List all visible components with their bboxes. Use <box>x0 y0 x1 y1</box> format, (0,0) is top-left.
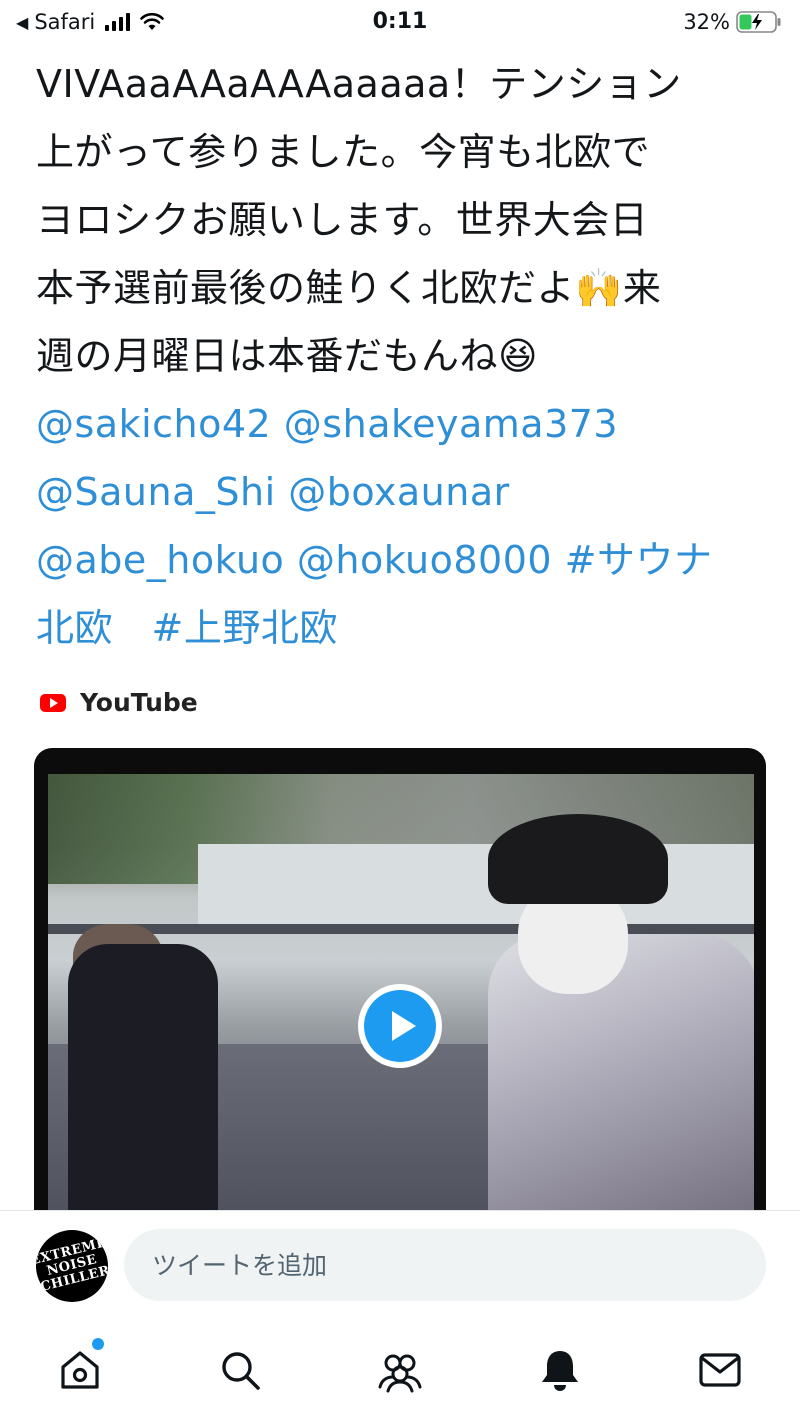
tweet-link[interactable]: @sakicho42 @shakeyama373 <box>36 402 618 446</box>
tweet-link[interactable]: 北欧 #上野北欧 <box>36 606 338 650</box>
tweet-text-segment: 本予選前最後の鮭りく北欧だよ🙌来 <box>36 266 662 310</box>
tweet-line: 週の月曜日は本番だもんね😆 <box>36 322 756 390</box>
card-source: YouTube <box>40 688 198 717</box>
tweet-line: ヨロシクお願いします。世界大会日 <box>36 186 756 254</box>
tweet-text-segment: 上がって参りました。今宵も北欧で <box>36 130 651 174</box>
tweet-line: 本予選前最後の鮭りく北欧だよ🙌来 <box>36 254 756 322</box>
communities-icon <box>378 1354 422 1393</box>
tab-bar <box>0 1322 800 1423</box>
tweet-link[interactable]: @abe_hokuo @hokuo8000 #サウナ <box>36 538 713 582</box>
avatar[interactable]: EXTREME NOISE CHILLER <box>36 1230 108 1302</box>
play-icon <box>364 990 436 1062</box>
play-button[interactable] <box>358 984 442 1068</box>
tweet-text: VIVAaaAAaAAAaaaaa！テンション 上がって参りました。今宵も北欧でヨ… <box>36 50 756 662</box>
tweet-link[interactable]: @Sauna_Shi @boxaunar <box>36 470 510 514</box>
status-bar: ◀ Safari 0:11 32% <box>0 0 800 46</box>
tweet-line: 北欧 #上野北欧 <box>36 594 756 662</box>
reply-input[interactable] <box>124 1229 766 1301</box>
tweet-line: @abe_hokuo @hokuo8000 #サウナ <box>36 526 756 594</box>
avatar-logo-text: EXTREME NOISE CHILLER <box>36 1235 108 1295</box>
card-source-label: YouTube <box>80 688 198 717</box>
tweet-text-segment: VIVAaaAAaAAAaaaaa！テンション <box>36 62 682 106</box>
youtube-icon <box>40 693 66 712</box>
tweet-line: @sakicho42 @shakeyama373 <box>36 390 756 458</box>
clock: 0:11 <box>372 9 428 34</box>
messages-icon <box>699 1353 741 1387</box>
tweet-line: VIVAaaAAaAAAaaaaa！テンション <box>36 50 756 118</box>
home-icon <box>61 1351 99 1389</box>
tab-home[interactable] <box>56 1346 104 1394</box>
tab-search[interactable] <box>216 1346 264 1394</box>
battery-charging-icon <box>736 11 781 33</box>
notification-dot <box>92 1338 104 1350</box>
tweet-text-segment: ヨロシクお願いします。世界大会日 <box>36 198 649 242</box>
battery-percent: 32% <box>683 10 730 34</box>
tweet-line: 上がって参りました。今宵も北欧で <box>36 118 756 186</box>
tweet-text-segment: 週の月曜日は本番だもんね😆 <box>36 334 539 378</box>
tab-messages[interactable] <box>696 1346 744 1394</box>
tab-notifications[interactable] <box>536 1346 584 1394</box>
reply-bar: EXTREME NOISE CHILLER <box>0 1210 800 1322</box>
search-icon <box>222 1352 260 1390</box>
video-player[interactable] <box>34 748 766 1218</box>
tweet-line: @Sauna_Shi @boxaunar <box>36 458 756 526</box>
tab-communities[interactable] <box>376 1346 424 1394</box>
notifications-icon <box>542 1351 578 1391</box>
